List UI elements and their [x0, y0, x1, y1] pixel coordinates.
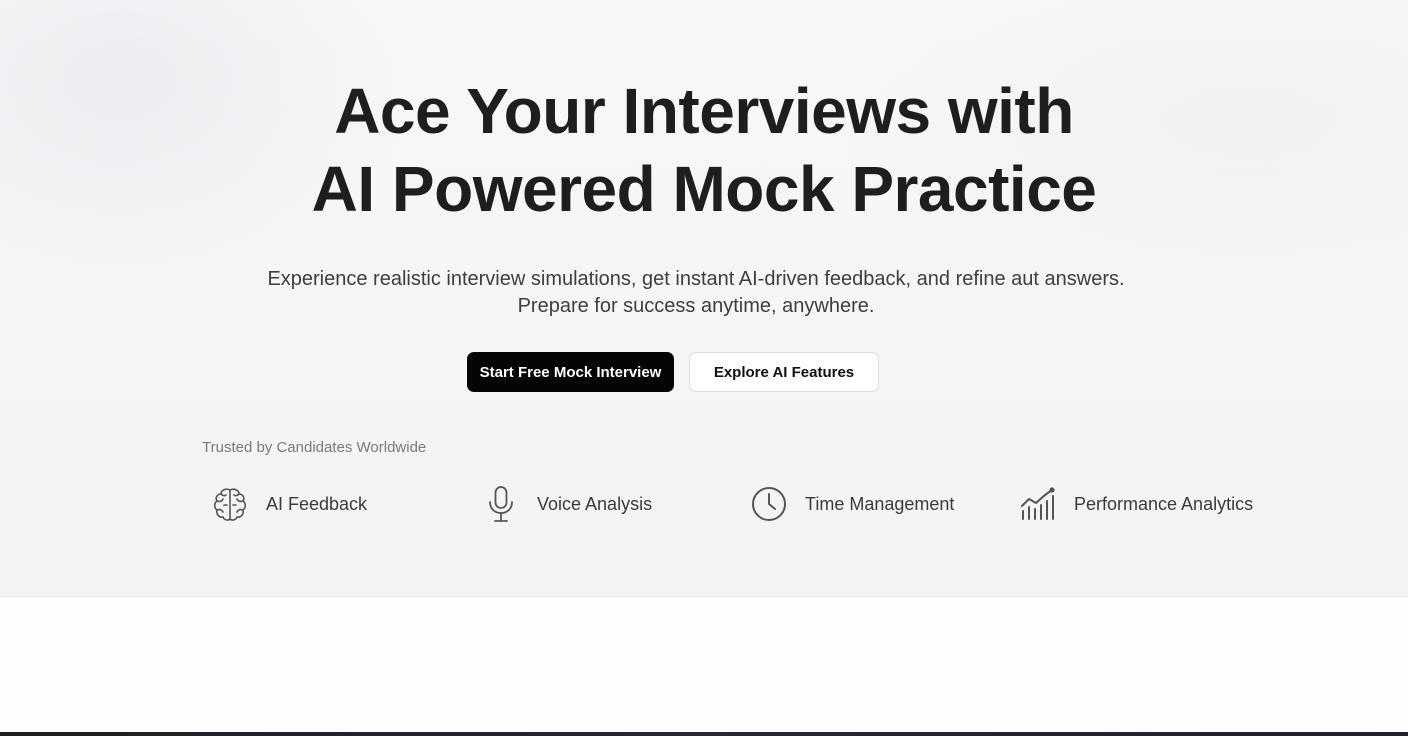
start-free-mock-interview-button[interactable]: Start Free Mock Interview [467, 352, 674, 392]
hero-subtitle-line-2: Prepare for success anytime, anywhere. [517, 295, 875, 317]
hero-title-line-2: AI Powered Mock Practice [311, 153, 1097, 225]
explore-ai-features-button[interactable]: Explore AI Features [689, 352, 879, 392]
hero-title: Ace Your Interviews with AI Powered Mock… [0, 72, 1408, 228]
bar-chart-trend-icon [1018, 484, 1058, 524]
feature-voice-analysis: Voice Analysis [481, 484, 652, 524]
window-bottom-edge [0, 732, 1408, 736]
feature-performance-analytics: Performance Analytics [1018, 484, 1253, 524]
next-section [0, 597, 1408, 732]
clock-icon [749, 484, 789, 524]
feature-ai-feedback: AI Feedback [210, 484, 367, 524]
feature-label-voice-analysis: Voice Analysis [537, 493, 653, 514]
landing-page: Ace Your Interviews with AI Powered Mock… [0, 0, 1408, 736]
feature-time-management: Time Management [749, 484, 954, 524]
feature-label-ai-feedback: AI Feedback [266, 493, 368, 514]
trusted-by-label: Trusted by Candidates Worldwide [202, 439, 427, 456]
brain-icon [210, 484, 250, 524]
hero-subtitle: Experience realistic interview simulatio… [0, 266, 1392, 320]
hero-subtitle-line-1: Experience realistic interview simulatio… [267, 268, 1125, 290]
microphone-icon [481, 484, 521, 524]
hero-section: Ace Your Interviews with AI Powered Mock… [0, 0, 1408, 596]
hero-title-line-1: Ace Your Interviews with [334, 75, 1074, 147]
feature-label-performance-analytics: Performance Analytics [1074, 493, 1254, 514]
feature-label-time-management: Time Management [805, 493, 955, 514]
